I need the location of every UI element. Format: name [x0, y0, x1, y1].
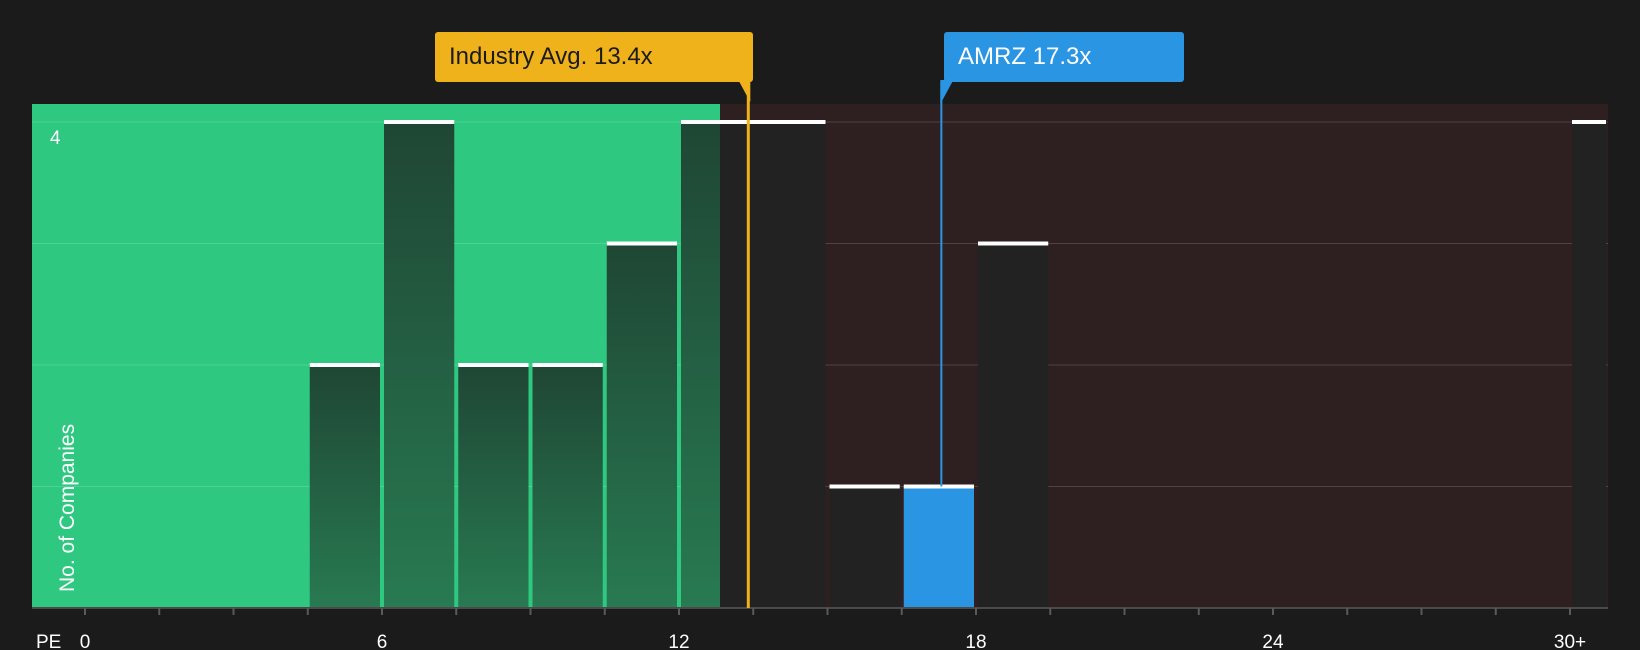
bar-top-cap — [978, 241, 1049, 246]
histogram-bar — [532, 365, 603, 608]
bar-top-cap — [458, 363, 529, 367]
x-tick-label: 6 — [377, 632, 388, 650]
bar-top-cap — [384, 120, 455, 124]
histogram-bar — [903, 486, 974, 608]
histogram-bar — [309, 365, 380, 608]
bar-top-cap — [532, 363, 603, 367]
histogram-bar — [681, 122, 720, 608]
pe-histogram-chart: 0 6 12 18 24 30+ PE 4 — [32, 80, 1608, 650]
x-tick-label: 12 — [668, 632, 689, 650]
x-tick-label: 18 — [965, 632, 986, 650]
x-axis-label: PE — [36, 632, 61, 650]
histogram-bar — [384, 122, 455, 608]
y-tick-label: 4 — [50, 128, 61, 149]
x-tick-label: 0 — [80, 632, 91, 650]
bar-top-cap — [829, 484, 900, 489]
histogram-bar — [829, 486, 900, 608]
industry-callout-pointer — [738, 80, 751, 102]
bar-top-cap — [1572, 120, 1606, 124]
company-pe-callout: AMRZ 17.3x — [944, 32, 1184, 82]
histogram-bar — [720, 122, 826, 608]
bar-top-cap — [309, 363, 380, 367]
x-tick-label: 30+ — [1554, 632, 1586, 650]
histogram-bar — [1572, 122, 1606, 608]
industry-average-callout: Industry Avg. 13.4x — [435, 32, 753, 82]
bar-top-cap — [681, 120, 826, 124]
x-tick-label: 24 — [1262, 632, 1284, 650]
histogram-bar — [606, 243, 677, 608]
bar-top-cap — [606, 241, 677, 246]
y-axis-label: No. of Companies — [56, 423, 79, 592]
bar-top-cap — [903, 484, 974, 489]
histogram-bar — [978, 243, 1049, 608]
histogram-bar — [458, 365, 529, 608]
